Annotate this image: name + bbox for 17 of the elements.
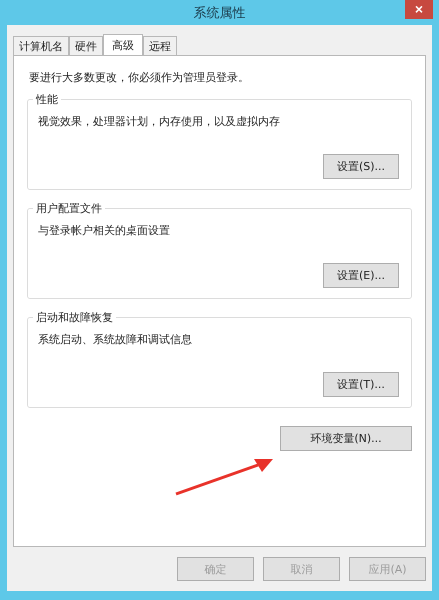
window-title: 系统属性 [194,4,246,22]
settings-button[interactable]: 设置(E)... [323,263,399,288]
tab[interactable]: 远程 [143,36,177,55]
group-description: 系统启动、系统故障和调试信息 [38,332,193,347]
tab[interactable]: 高级 [103,34,143,56]
group-description: 视觉效果，处理器计划，内存使用，以及虚拟内存 [38,114,281,129]
settings-button[interactable]: 设置(T)... [323,372,399,397]
notice-text: 要进行大多数更改，你必须作为管理员登录。 [29,70,250,85]
settings-button[interactable]: 设置(S)... [323,154,399,179]
group-title: 用户配置文件 [33,201,105,216]
tab[interactable]: 计算机名 [13,36,69,55]
group-title: 启动和故障恢复 [33,310,116,325]
environment-variables-button[interactable]: 环境变量(N)... [280,426,412,451]
group-description: 与登录帐户相关的桌面设置 [38,223,171,238]
tab[interactable]: 硬件 [69,36,103,55]
group-title: 性能 [33,92,61,107]
close-button[interactable]: × [405,0,433,19]
